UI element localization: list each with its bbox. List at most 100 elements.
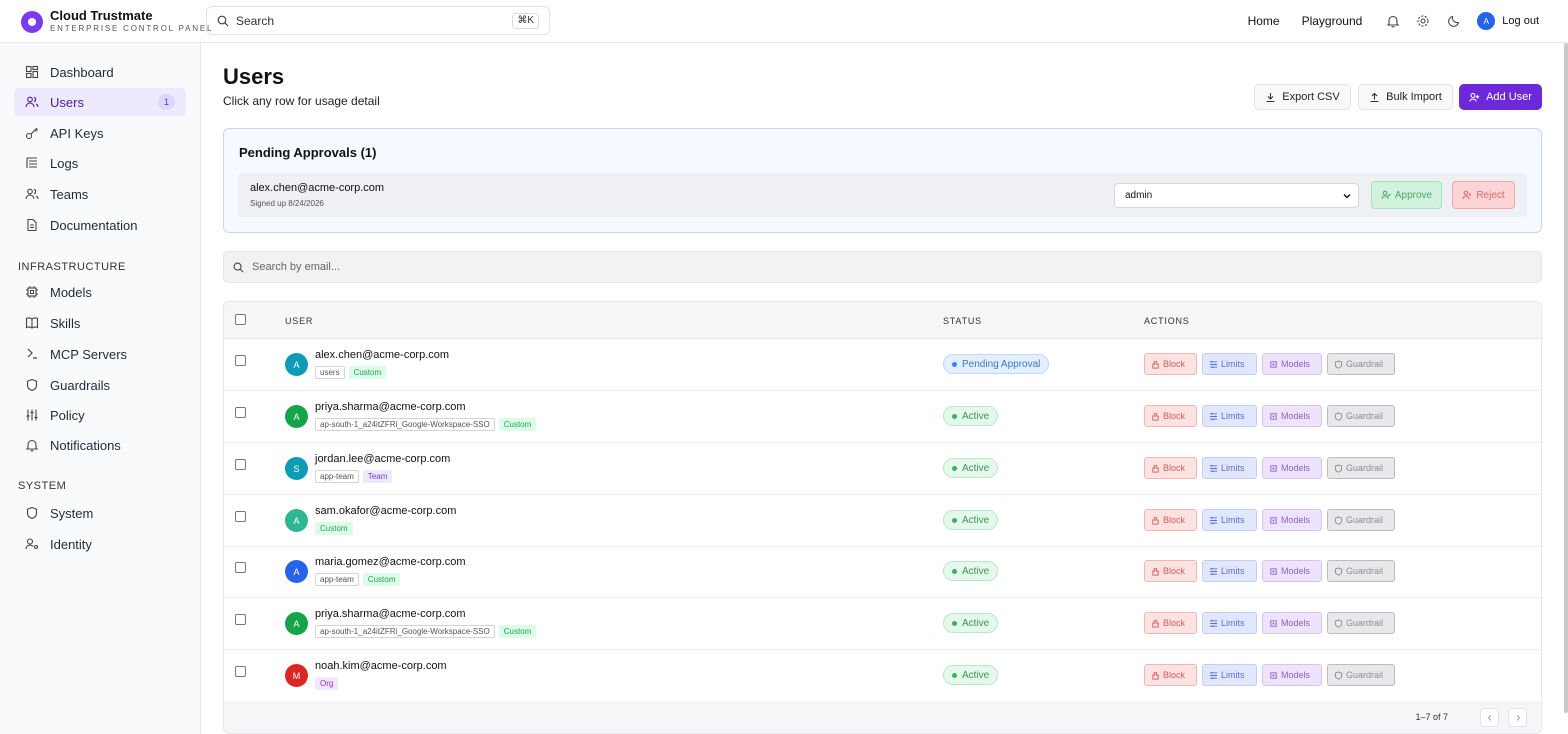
limits-button[interactable]: Limits xyxy=(1202,664,1257,686)
reject-button[interactable]: Reject xyxy=(1452,181,1515,209)
sidebar-item-mcp-servers[interactable]: MCP Servers xyxy=(14,340,186,368)
row-checkbox[interactable] xyxy=(235,459,246,470)
guardrail-button[interactable]: Guardrail xyxy=(1327,457,1395,479)
page-scrollbar[interactable] xyxy=(1564,43,1568,713)
nav-link-home[interactable]: Home xyxy=(1248,14,1280,28)
export-csv-button[interactable]: Export CSV xyxy=(1254,84,1351,110)
row-checkbox[interactable] xyxy=(235,511,246,522)
add-user-button[interactable]: Add User xyxy=(1459,84,1542,110)
prev-page-button[interactable] xyxy=(1480,708,1499,727)
models-button[interactable]: Models xyxy=(1262,509,1322,531)
next-page-button[interactable] xyxy=(1508,708,1527,727)
block-button[interactable]: Block xyxy=(1144,664,1197,686)
models-button[interactable]: Models xyxy=(1262,560,1322,582)
sidebar-item-policy[interactable]: Policy xyxy=(14,401,186,429)
sidebar-item-users[interactable]: Users 1 xyxy=(14,88,186,116)
user-tag: app-team xyxy=(315,573,359,586)
moon-icon[interactable] xyxy=(1447,14,1461,28)
row-checkbox[interactable] xyxy=(235,355,246,366)
sidebar-item-guardrails[interactable]: Guardrails xyxy=(14,371,186,399)
limits-button[interactable]: Limits xyxy=(1202,509,1257,531)
guardrail-button[interactable]: Guardrail xyxy=(1327,405,1395,427)
sidebar-item-logs[interactable]: Logs xyxy=(14,149,186,177)
block-button[interactable]: Block xyxy=(1144,405,1197,427)
guardrail-button[interactable]: Guardrail xyxy=(1327,560,1395,582)
block-label: Block xyxy=(1163,566,1186,576)
sidebar-item-models[interactable]: Models xyxy=(14,278,186,306)
main-content: Users Click any row for usage detail Exp… xyxy=(201,43,1564,734)
user-email: priya.sharma@acme-corp.com xyxy=(315,401,466,413)
block-button[interactable]: Block xyxy=(1144,612,1197,634)
sidebar-item-label: Users xyxy=(50,94,84,110)
row-checkbox[interactable] xyxy=(235,562,246,573)
guardrail-button[interactable]: Guardrail xyxy=(1327,509,1395,531)
sidebar-item-label: MCP Servers xyxy=(50,346,128,362)
guardrail-button[interactable]: Guardrail xyxy=(1327,353,1395,375)
select-all-checkbox[interactable] xyxy=(235,314,246,325)
row-checkbox[interactable] xyxy=(235,614,246,625)
gear-icon[interactable] xyxy=(1416,14,1430,28)
bulk-import-button[interactable]: Bulk Import xyxy=(1358,84,1453,110)
limits-button[interactable]: Limits xyxy=(1202,560,1257,582)
shield-icon xyxy=(1334,463,1343,473)
limits-button[interactable]: Limits xyxy=(1202,353,1257,375)
sidebar-item-system[interactable]: System xyxy=(14,499,186,527)
row-checkbox[interactable] xyxy=(235,666,246,677)
row-actions: Block Limits Models Guardrail xyxy=(1144,560,1400,582)
table-row[interactable]: Sjordan.lee@acme-corp.com app-team Team Act… xyxy=(224,443,1541,495)
limits-button[interactable]: Limits xyxy=(1202,612,1257,634)
limits-label: Limits xyxy=(1221,463,1245,473)
approve-button[interactable]: Approve xyxy=(1371,181,1442,209)
chip-icon xyxy=(1269,412,1278,421)
limits-label: Limits xyxy=(1221,566,1245,576)
models-label: Models xyxy=(1281,411,1311,421)
row-checkbox[interactable] xyxy=(235,407,246,418)
sliders-icon xyxy=(25,408,39,422)
block-button[interactable]: Block xyxy=(1144,353,1197,375)
sidebar-item-teams[interactable]: Teams xyxy=(14,180,186,208)
brand[interactable]: Cloud Trustmate ENTERPRISE CONTROL PANEL xyxy=(21,9,213,35)
models-button[interactable]: Models xyxy=(1262,405,1322,427)
user-tag: Custom xyxy=(498,418,537,431)
email-search-input[interactable]: Search by email... xyxy=(223,251,1542,283)
table-row[interactable]: Asam.okafor@acme-corp.com Custom Active Blo… xyxy=(224,495,1541,547)
sidebar-item-identity[interactable]: Identity xyxy=(14,530,186,558)
guardrail-button[interactable]: Guardrail xyxy=(1327,612,1395,634)
sidebar-item-label: Models xyxy=(50,284,92,300)
sidebar-item-skills[interactable]: Skills xyxy=(14,309,186,337)
nav-link-playground[interactable]: Playground xyxy=(1302,14,1363,28)
models-button[interactable]: Models xyxy=(1262,353,1322,375)
sidebar-item-notifications[interactable]: Notifications xyxy=(14,431,186,459)
chip-icon xyxy=(1269,464,1278,473)
limits-button[interactable]: Limits xyxy=(1202,457,1257,479)
models-button[interactable]: Models xyxy=(1262,664,1322,686)
limits-button[interactable]: Limits xyxy=(1202,405,1257,427)
table-row[interactable]: Apriya.sharma@acme-corp.com ap-south-1_a2… xyxy=(224,598,1541,650)
sidebar-item-api-keys[interactable]: API Keys xyxy=(14,119,186,147)
table-row[interactable]: Aalex.chen@acme-corp.com users Custom Pendi… xyxy=(224,339,1541,391)
block-button[interactable]: Block xyxy=(1144,457,1197,479)
guardrail-label: Guardrail xyxy=(1346,618,1384,628)
table-row[interactable]: Apriya.sharma@acme-corp.com ap-south-1_a2… xyxy=(224,391,1541,443)
sidebar-item-dashboard[interactable]: Dashboard xyxy=(14,58,186,86)
user-tags: app-team Team xyxy=(315,470,396,483)
role-select[interactable]: admin xyxy=(1114,183,1359,208)
guardrail-button[interactable]: Guardrail xyxy=(1327,664,1395,686)
table-row[interactable]: Mnoah.kim@acme-corp.com Org Active Block Lim… xyxy=(224,650,1541,702)
sliders-icon xyxy=(1209,516,1218,525)
block-button[interactable]: Block xyxy=(1144,560,1197,582)
sidebar: Dashboard Users 1 API Keys Logs Teams Do… xyxy=(0,43,201,734)
logout-link[interactable]: Log out xyxy=(1502,15,1539,27)
global-search-input[interactable]: Search ⌘K xyxy=(206,6,550,35)
user-tag: Custom xyxy=(315,522,353,535)
block-button[interactable]: Block xyxy=(1144,509,1197,531)
user-avatar[interactable]: A xyxy=(1477,12,1496,30)
system-section-label: SYSTEM xyxy=(18,480,67,492)
table-row[interactable]: Amaria.gomez@acme-corp.com app-team Custom… xyxy=(224,546,1541,598)
models-button[interactable]: Models xyxy=(1262,612,1322,634)
status-label: Active xyxy=(962,514,990,526)
bell-icon[interactable] xyxy=(1386,14,1400,28)
models-button[interactable]: Models xyxy=(1262,457,1322,479)
sidebar-item-documentation[interactable]: Documentation xyxy=(14,211,186,239)
approve-label: Approve xyxy=(1394,189,1433,201)
